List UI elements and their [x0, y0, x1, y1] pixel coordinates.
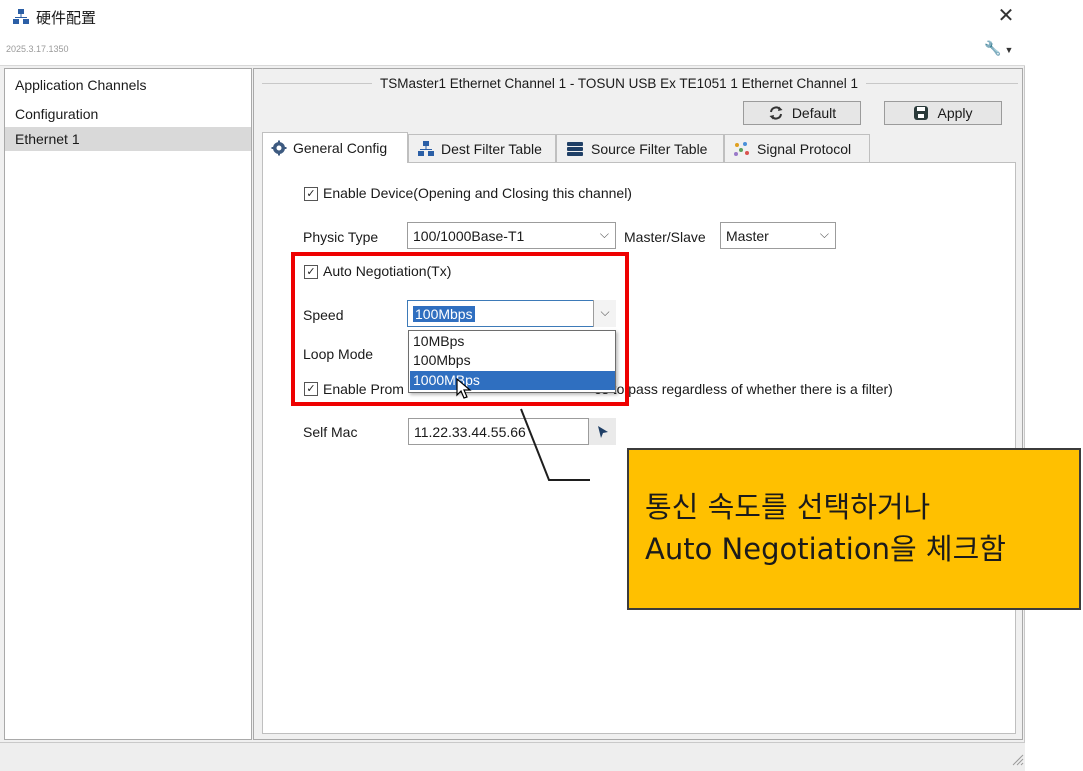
self-mac-value: 11.22.33.44.55.66: [414, 423, 526, 440]
window-title: 硬件配置: [36, 10, 97, 27]
master-slave-select[interactable]: Master ⌵: [720, 222, 836, 249]
network-icon: [13, 9, 29, 24]
tab-source-filter-table[interactable]: Source Filter Table: [556, 134, 724, 162]
highlight-box: [291, 252, 629, 406]
self-mac-input[interactable]: 11.22.33.44.55.66: [408, 418, 616, 445]
close-button[interactable]: ✕: [994, 4, 1018, 28]
apply-label: Apply: [937, 105, 973, 121]
chevron-down-icon: ▼: [1004, 45, 1014, 55]
tree-item-application-channels[interactable]: Application Channels: [15, 77, 147, 93]
self-mac-label: Self Mac: [303, 424, 358, 440]
callout-note: 통신 속도를 선택하거나 Auto Negotiation을 체크함: [627, 448, 1081, 610]
default-button[interactable]: Default: [743, 101, 861, 125]
save-icon: [914, 106, 929, 120]
resize-grip-icon[interactable]: [1010, 752, 1024, 766]
wrench-icon: 🔧: [984, 40, 1002, 56]
status-bar: [0, 742, 1025, 771]
callout-line-1: 통신 속도를 선택하거나: [645, 490, 931, 524]
refresh-icon: [769, 106, 783, 120]
tab-label: Dest Filter Table: [441, 140, 542, 157]
tree-item-configuration[interactable]: Configuration: [15, 106, 98, 122]
tab-signal-protocol[interactable]: Signal Protocol: [724, 134, 870, 162]
callout-line-2: Auto Negotiation을 체크함: [645, 532, 1006, 566]
tab-label: General Config: [293, 140, 388, 156]
dots-signal-icon: [734, 141, 749, 156]
title-bar: [0, 0, 1025, 34]
physic-type-select[interactable]: 100/1000Base-T1 ⌵: [407, 222, 616, 249]
tab-label: Source Filter Table: [591, 140, 708, 157]
enable-device-label: Enable Device(Opening and Closing this c…: [323, 185, 632, 201]
server-stack-icon: [567, 141, 583, 156]
enable-promiscuous-label-tail: es to pass regardless of whether there i…: [594, 381, 893, 397]
physic-type-label: Physic Type: [303, 229, 379, 245]
channel-title: TSMaster1 Ethernet Channel 1 - TOSUN USB…: [372, 76, 867, 91]
network-icon: [418, 140, 434, 156]
channel-tree-pane: [4, 68, 252, 740]
cursor-icon: [597, 425, 608, 438]
enable-device-checkbox[interactable]: ✓: [304, 187, 318, 201]
tab-dest-filter-table[interactable]: Dest Filter Table: [408, 134, 556, 162]
master-slave-value: Master: [726, 227, 769, 244]
chevron-down-icon: ⌵: [819, 227, 829, 241]
master-slave-label: Master/Slave: [624, 229, 706, 245]
tab-label: Signal Protocol: [757, 140, 852, 157]
gear-icon: [271, 140, 287, 156]
default-label: Default: [791, 105, 837, 121]
apply-button[interactable]: Apply: [884, 101, 1002, 125]
physic-type-value: 100/1000Base-T1: [413, 227, 525, 244]
tree-item-ethernet-1[interactable]: Ethernet 1: [15, 131, 80, 147]
tab-general-config[interactable]: General Config: [262, 132, 408, 163]
self-mac-pick-button[interactable]: [588, 418, 616, 445]
wrench-menu-button[interactable]: 🔧 ▼: [984, 40, 1020, 60]
toolbar-strip: [0, 34, 1025, 66]
version-label: 2025.3.17.1350: [6, 44, 69, 54]
chevron-down-icon: ⌵: [599, 227, 609, 241]
